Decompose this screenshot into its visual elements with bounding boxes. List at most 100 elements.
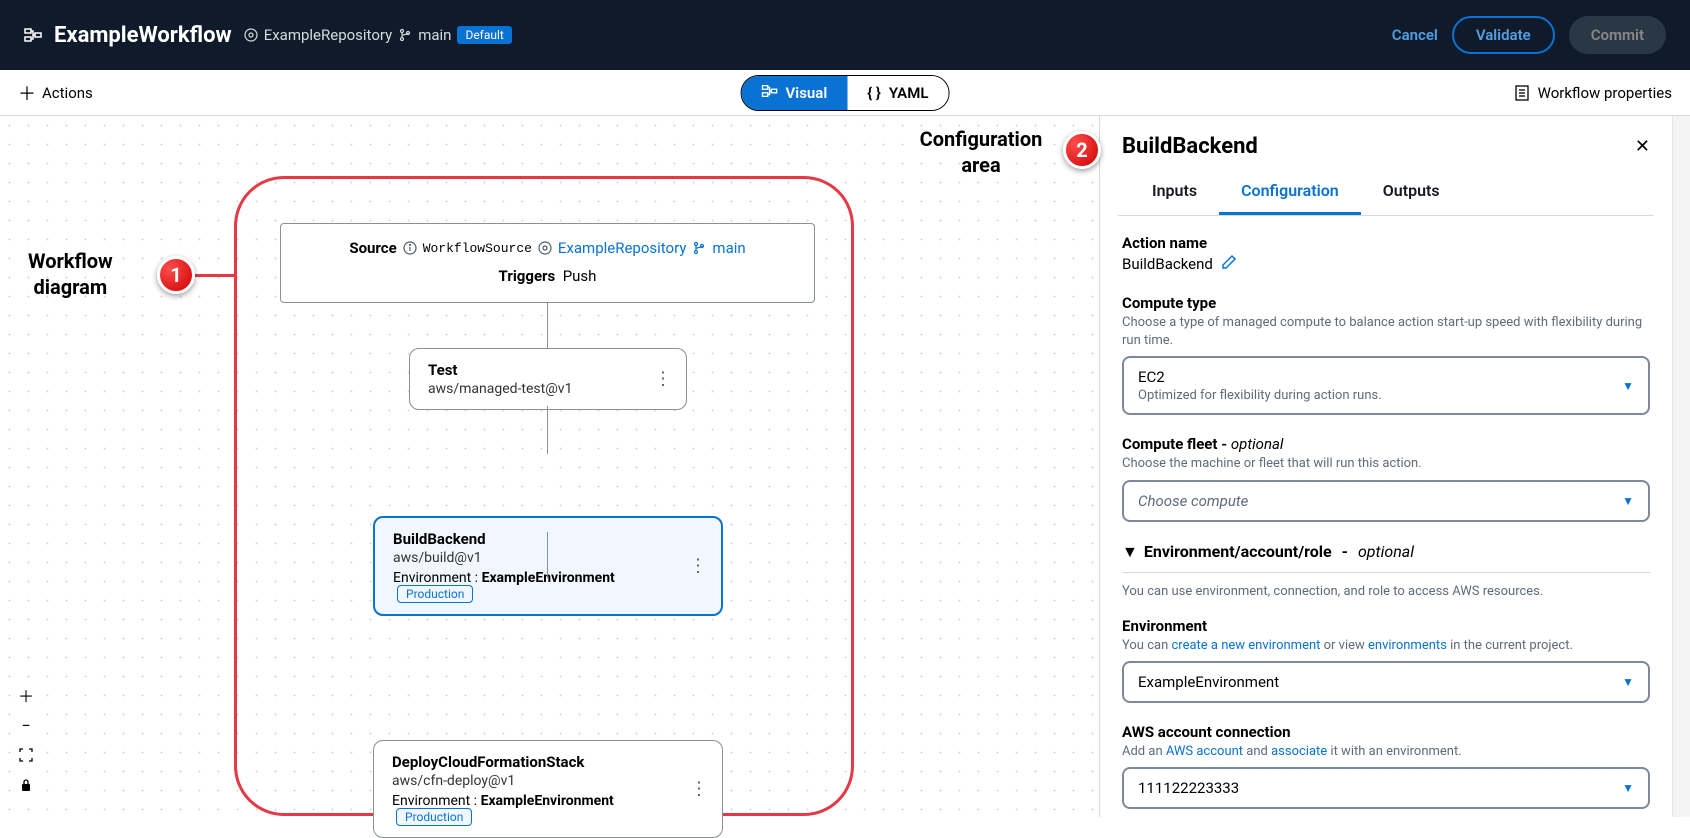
associate-link[interactable]: associate [1271,744,1327,759]
source-branch-link[interactable]: main [712,239,745,257]
env-section-header[interactable]: ▼ Environment/account/role - optional [1122,542,1650,573]
validate-button[interactable]: Validate [1452,16,1555,54]
header: ExampleWorkflow ExampleRepository main D… [0,0,1690,70]
tabs: Inputs Configuration Outputs [1118,169,1654,216]
config-panel: BuildBackend ✕ Inputs Configuration Outp… [1099,116,1672,817]
repo-name: ExampleRepository [264,26,393,44]
compute-type-sub: Optimized for flexibility during action … [1138,388,1382,403]
fullscreen-button[interactable] [12,741,40,769]
env-badge: Production [396,808,472,826]
connector [547,532,548,578]
workflow-icon [24,26,42,44]
triggers-value: Push [563,267,597,285]
env-name: ExampleEnvironment [482,570,615,586]
commit-button: Commit [1569,16,1666,54]
compute-type-desc: Choose a type of managed compute to bala… [1122,314,1650,350]
zoom-controls: ＋ − [12,681,40,799]
aws-connection-desc: Add an AWS account and associate it with… [1122,743,1650,761]
environment-field: Environment You can create a new environ… [1122,617,1650,703]
environment-label: Environment [1122,617,1650,635]
repo-icon [538,241,552,255]
aws-connection-label: AWS account connection [1122,723,1650,741]
cancel-button[interactable]: Cancel [1392,26,1438,44]
zoom-in-button[interactable]: ＋ [12,681,40,709]
triggers-line: Triggers Push [299,267,796,285]
deploy-env-line: Environment : ExampleEnvironment Product… [392,793,672,825]
aws-account-link[interactable]: AWS account [1166,744,1243,759]
repo-icon [244,28,258,42]
callout-2: 2 [1063,131,1101,169]
tab-configuration[interactable]: Configuration [1219,169,1361,215]
branch-name: main [418,26,451,44]
build-env-line: Environment : ExampleEnvironment Product… [393,570,671,602]
source-node[interactable]: Source WorkflowSource ExampleRepository … [280,223,815,303]
tab-outputs[interactable]: Outputs [1361,169,1462,215]
header-left: ExampleWorkflow ExampleRepository main D… [24,23,512,48]
callout-1: 1 [157,256,195,294]
source-repo-link[interactable]: ExampleRepository [558,239,687,257]
create-env-link[interactable]: create a new environment [1171,638,1320,653]
workflow-source: WorkflowSource [423,241,532,256]
visual-icon [762,84,778,102]
yaml-label: YAML [889,84,929,102]
header-right: Cancel Validate Commit [1392,16,1666,54]
visual-label: Visual [786,84,828,102]
deploy-node[interactable]: DeployCloudFormationStack aws/cfn-deploy… [373,740,723,838]
zoom-out-button[interactable]: − [12,711,40,739]
test-node[interactable]: Test aws/managed-test@v1 ⋮ [409,348,687,410]
properties-icon [1514,85,1530,101]
kebab-icon[interactable]: ⋮ [689,556,707,577]
connector [547,303,548,348]
build-title: BuildBackend [393,530,671,548]
caret-down-icon: ▼ [1622,675,1634,689]
caret-down-icon: ▼ [1622,494,1634,508]
connector [547,406,548,454]
lock-button[interactable] [12,771,40,799]
environment-value: ExampleEnvironment [1138,673,1279,691]
compute-type-select[interactable]: EC2 Optimized for flexibility during act… [1122,356,1650,415]
environment-desc: You can create a new environment or view… [1122,637,1650,655]
compute-type-label: Compute type [1122,294,1650,312]
environment-select[interactable]: ExampleEnvironment ▼ [1122,661,1650,703]
compute-type-field: Compute type Choose a type of managed co… [1122,294,1650,415]
actions-button[interactable]: ＋ Actions [18,80,93,106]
aws-connection-select[interactable]: 111122223333 ▼ [1122,767,1650,809]
canvas-area[interactable]: Workflow diagram 1 Configuration area 2 … [0,116,1099,817]
workflow-properties-button[interactable]: Workflow properties [1514,84,1672,102]
compute-fleet-label: Compute fleet - optional [1122,435,1650,453]
edit-icon[interactable] [1221,254,1237,274]
env-label: Environment : [392,793,477,809]
view-envs-link[interactable]: environments [1368,638,1447,653]
compute-fleet-placeholder: Choose compute [1138,492,1248,510]
env-badge: Production [397,585,473,603]
test-title: Test [428,361,636,379]
env-label: Environment : [393,570,478,586]
view-toggle: Visual { } YAML [741,75,950,111]
aws-connection-value: 111122223333 [1138,779,1239,797]
kebab-icon[interactable]: ⋮ [654,369,672,390]
workflow-diagram-label: Workflow diagram [28,248,113,300]
default-badge: Default [457,26,511,44]
close-icon[interactable]: ✕ [1635,136,1650,157]
info-icon [403,241,417,255]
source-line: Source WorkflowSource ExampleRepository … [349,239,745,257]
build-sub: aws/build@v1 [393,550,671,566]
tab-inputs[interactable]: Inputs [1130,169,1219,215]
visual-toggle[interactable]: Visual [742,76,848,110]
buildbackend-node[interactable]: BuildBackend aws/build@v1 Environment : … [373,516,723,616]
main: Workflow diagram 1 Configuration area 2 … [0,116,1690,817]
yaml-toggle[interactable]: { } YAML [847,76,948,110]
action-name-label: Action name [1122,234,1650,252]
deploy-sub: aws/cfn-deploy@v1 [392,773,672,789]
panel-title: BuildBackend [1122,134,1258,159]
plus-icon: ＋ [18,80,36,106]
deploy-title: DeployCloudFormationStack [392,753,672,771]
caret-down-icon: ▼ [1622,781,1634,795]
compute-fleet-select[interactable]: Choose compute ▼ [1122,480,1650,522]
subheader: ＋ Actions Visual { } YAML Workflow prope… [0,70,1690,116]
workflow-properties-label: Workflow properties [1538,84,1672,102]
scrollbar[interactable] [1672,116,1690,817]
triggers-label: Triggers [499,267,556,285]
kebab-icon[interactable]: ⋮ [690,779,708,800]
callout-1-connector [195,274,237,277]
